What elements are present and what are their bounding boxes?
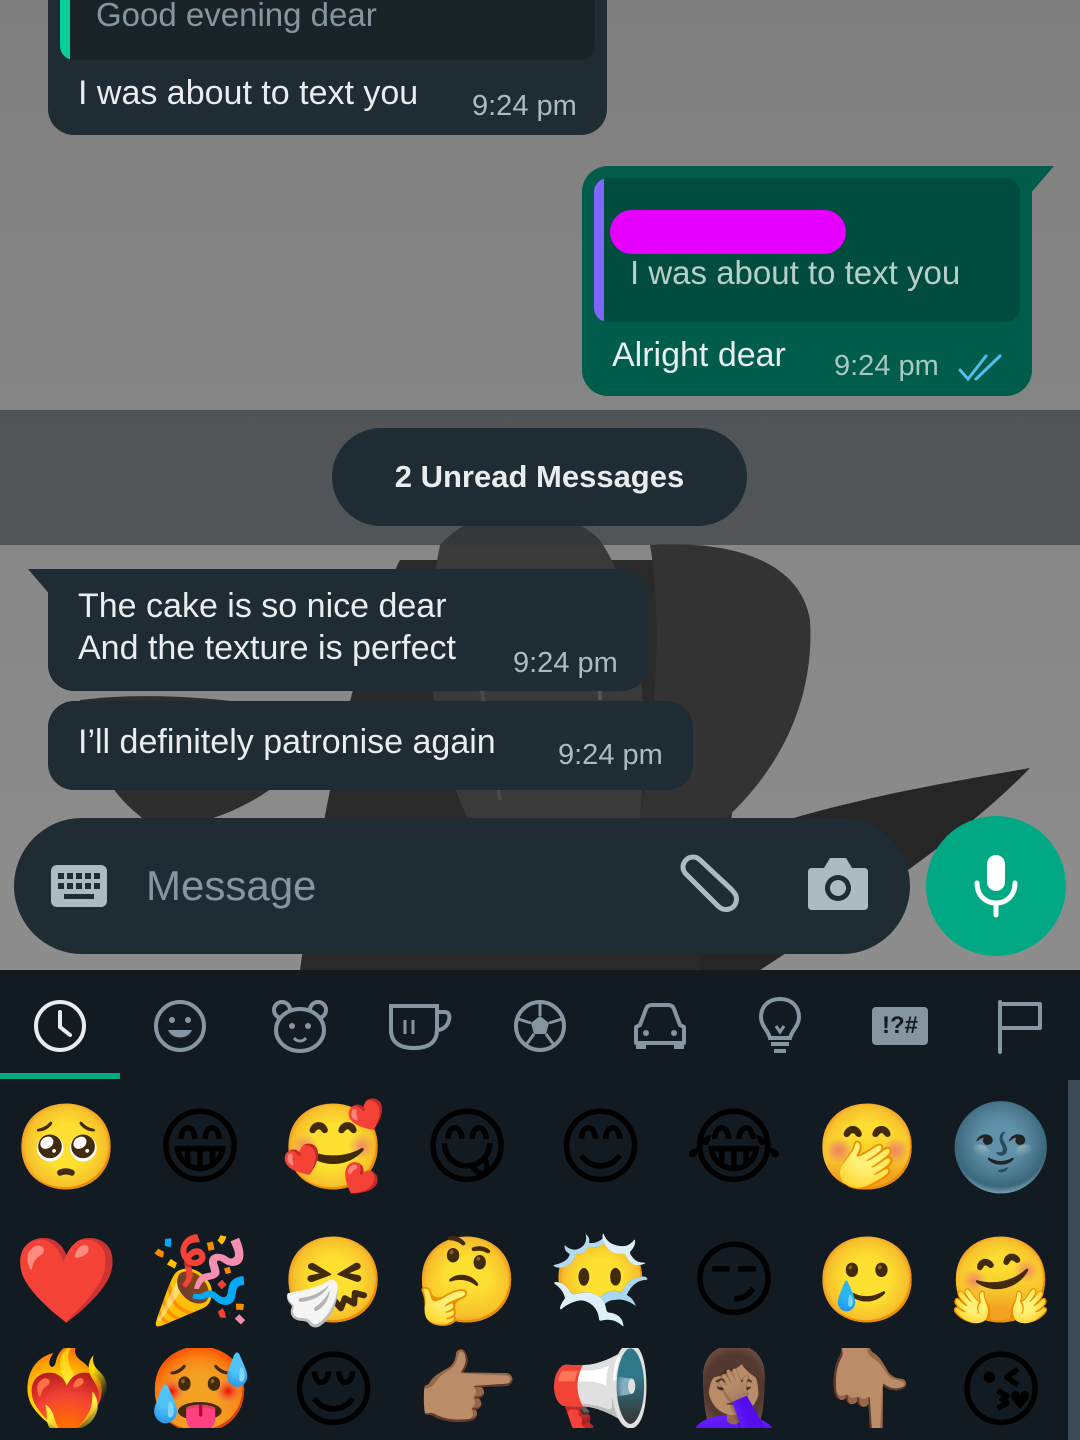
emoji-item[interactable]: 😏 [668, 1215, 801, 1345]
quote-accent-bar [594, 178, 604, 322]
emoji-item[interactable]: 🤗 [935, 1215, 1068, 1345]
smiley-icon [154, 1000, 206, 1052]
message-text: Alright dear [612, 336, 786, 374]
flag-icon [998, 1000, 1042, 1054]
emoji-item[interactable]: 🥰 [267, 1082, 400, 1212]
message-time: 9:24 pm [472, 90, 577, 122]
message-text: I’ll definitely patronise again [78, 723, 496, 761]
emoji-item[interactable]: 🤦🏽‍♀️ [668, 1348, 801, 1428]
emoji-item[interactable]: ❤️‍🔥 [0, 1348, 133, 1428]
message-bubble-outgoing[interactable]: I was about to text you Alright dear 9:2… [582, 166, 1032, 396]
car-icon [634, 1003, 686, 1049]
quoted-message-text: Good evening dear [96, 0, 377, 33]
attach-icon[interactable] [670, 854, 746, 920]
redacted-sender-name [610, 210, 846, 254]
emoji-item[interactable]: 😊 [534, 1082, 667, 1212]
emoji-category-flags[interactable] [960, 990, 1080, 1062]
emoji-item[interactable]: 🥲 [801, 1215, 934, 1345]
emoji-item[interactable]: 🤭 [801, 1082, 934, 1212]
emoji-item[interactable]: 📢 [534, 1348, 667, 1428]
quoted-message[interactable]: I was about to text you [594, 178, 1020, 322]
message-bubble-incoming[interactable]: The cake is so nice dear And the texture… [48, 569, 648, 691]
emoji-scrollbar[interactable] [1068, 1080, 1080, 1440]
emoji-item[interactable]: 😶‍🌫️ [534, 1215, 667, 1345]
quoted-message-text: I was about to text you [630, 254, 961, 291]
emoji-item[interactable]: 👉🏽 [401, 1348, 534, 1428]
cup-icon [389, 1004, 452, 1051]
message-time: 9:24 pm [558, 739, 663, 771]
emoji-category-activities[interactable] [480, 990, 600, 1062]
emoji-item[interactable]: 🤧 [267, 1215, 400, 1345]
emoji-category-travel[interactable] [600, 990, 720, 1062]
message-text-line: And the texture is perfect [78, 629, 456, 667]
emoji-item[interactable]: 👇🏽 [801, 1348, 934, 1428]
camera-icon[interactable] [806, 854, 870, 912]
emoji-category-animals[interactable] [240, 990, 360, 1062]
bear-icon [272, 1000, 328, 1053]
emoji-item[interactable]: ❤️ [0, 1215, 133, 1345]
emoji-item[interactable]: 😘 [935, 1348, 1068, 1428]
emoji-category-recent[interactable] [0, 990, 120, 1062]
emoji-item[interactable]: 😁 [134, 1082, 267, 1212]
emoji-category-objects[interactable] [720, 990, 840, 1062]
emoji-category-smileys[interactable] [120, 990, 240, 1062]
voice-record-button[interactable] [926, 816, 1066, 956]
unread-messages-badge: 2 Unread Messages [332, 428, 747, 526]
emoji-item[interactable]: 🌚 [935, 1082, 1068, 1212]
ball-icon [514, 1000, 566, 1052]
emoji-item[interactable]: 🎉 [134, 1215, 267, 1345]
message-bubble-incoming[interactable]: I’ll definitely patronise again 9:24 pm [48, 701, 693, 790]
bulb-icon [758, 996, 802, 1053]
message-time: 9:24 pm [513, 647, 618, 679]
message-text-line: The cake is so nice dear [78, 587, 447, 625]
message-bubble-incoming[interactable]: Good evening dear I was about to text yo… [48, 0, 607, 135]
emoji-category-food[interactable] [360, 990, 480, 1062]
message-input[interactable]: Message [146, 862, 316, 910]
emoji-item[interactable]: 🥺 [0, 1082, 133, 1212]
message-text: I was about to text you [78, 74, 419, 112]
emoji-category-symbols[interactable]: !?# [840, 990, 960, 1062]
symbols-icon: !?# [872, 1007, 928, 1045]
clock-icon [34, 1000, 86, 1052]
emoji-item[interactable]: 🥵 [134, 1348, 267, 1428]
emoji-item[interactable]: 😌 [267, 1348, 400, 1428]
read-receipt-icon [958, 354, 1002, 382]
keyboard-icon[interactable] [50, 864, 108, 908]
emoji-item[interactable]: 😂 [668, 1082, 801, 1212]
message-composer: Message [14, 818, 910, 954]
microphone-icon [974, 855, 1018, 918]
selected-category-indicator [0, 1073, 120, 1079]
quote-accent-bar [60, 0, 70, 60]
emoji-item[interactable]: 😋 [401, 1082, 534, 1212]
message-time: 9:24 pm [834, 350, 939, 382]
quoted-message[interactable]: Good evening dear [60, 0, 595, 60]
emoji-item[interactable]: 🤔 [401, 1215, 534, 1345]
